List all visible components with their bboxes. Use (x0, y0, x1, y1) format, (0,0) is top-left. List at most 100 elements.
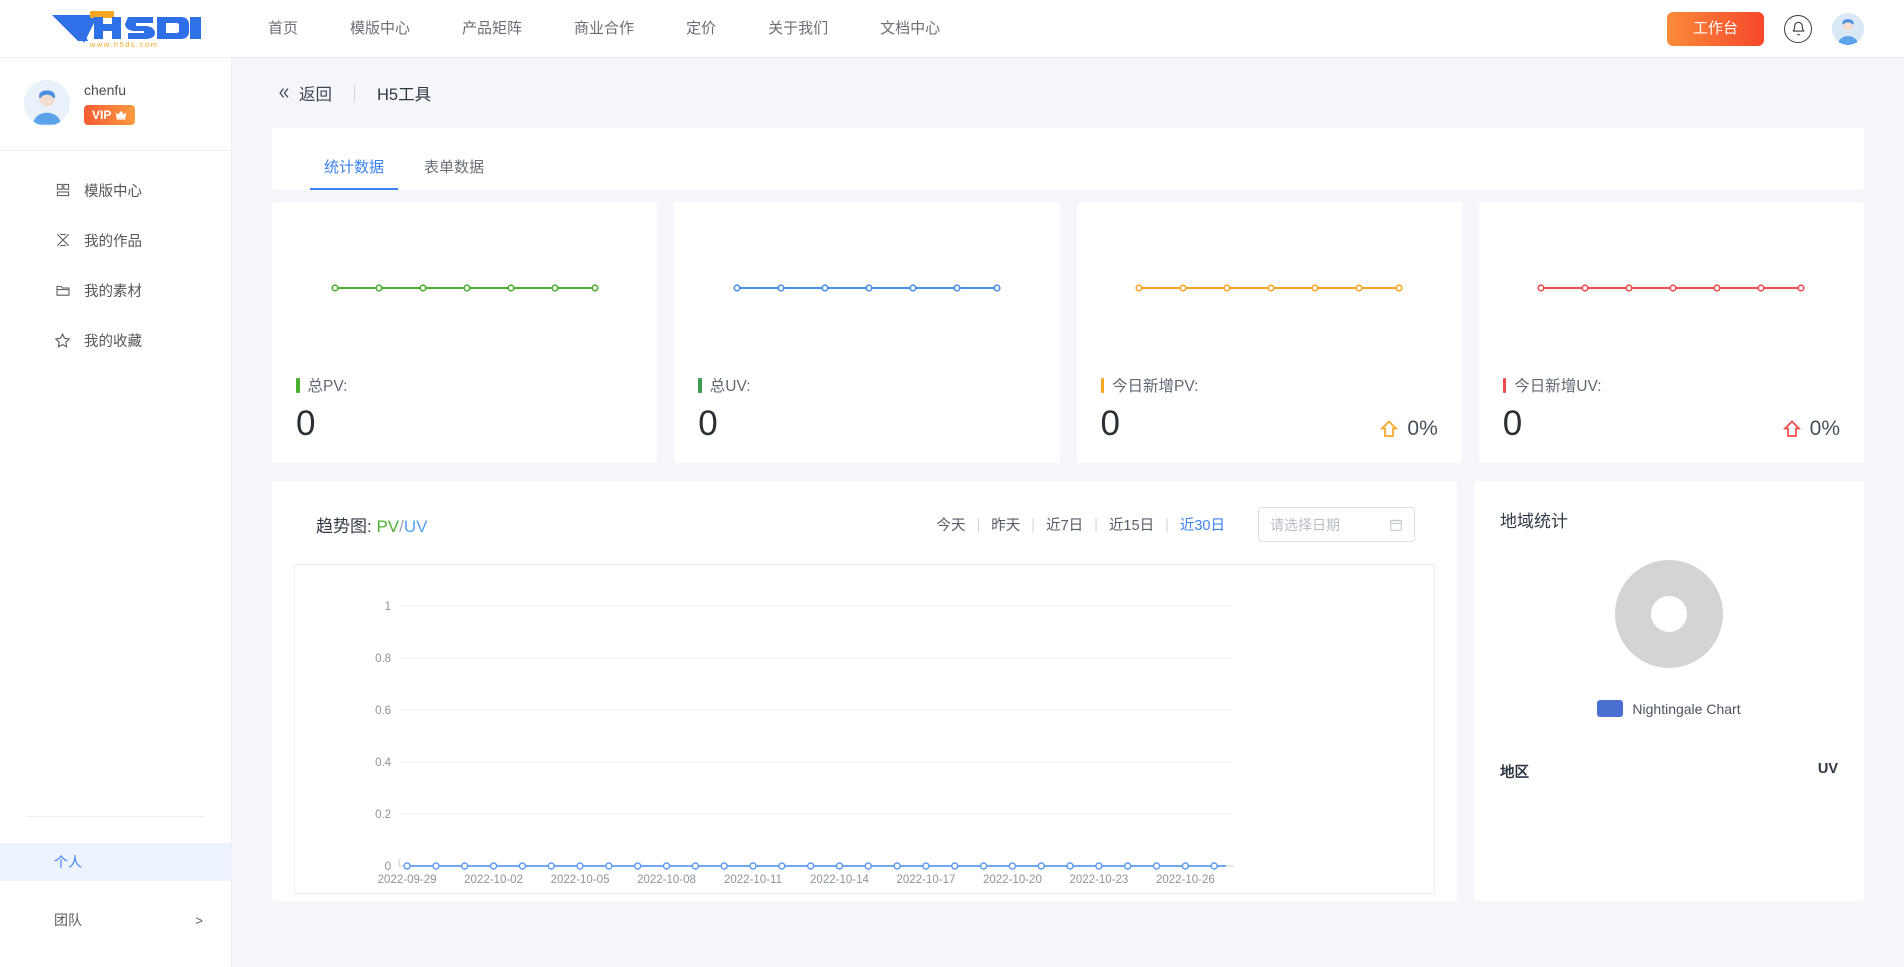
filter-last-15-days[interactable]: 近15日 (1098, 514, 1165, 535)
stat-card-footer: 今日新增UV: 0 0% (1502, 374, 1840, 441)
stat-card-label-row: 今日新增UV: (1502, 374, 1840, 396)
trend-chart: 1 0.8 0.6 0.4 0.2 0 2022-09-29 2022-10-0… (294, 564, 1435, 894)
trend-title: 趋势图: PV/UV (316, 512, 428, 537)
stat-card-value-row: 0 0% (1101, 406, 1438, 441)
nav-item-2[interactable]: 产品矩阵 (436, 0, 548, 58)
sparkline-chart (1135, 284, 1403, 292)
stat-card-label-row: 总PV: (296, 374, 633, 396)
sidebar-profile-text: chenfu VIP (84, 82, 136, 125)
stat-card-footer: 今日新增PV: 0 0% (1100, 374, 1438, 441)
svg-text:2022-09-29: 2022-09-29 (378, 874, 437, 886)
sparkline-chart (733, 284, 1001, 292)
svg-text:1: 1 (385, 601, 391, 613)
scope-team[interactable]: 团队 > (0, 901, 231, 939)
svg-text:0.8: 0.8 (375, 653, 391, 665)
sidebar-item-my-favorites[interactable]: 我的收藏 (0, 315, 231, 365)
header-actions: 工作台 (1666, 11, 1904, 46)
vip-label: VIP (92, 107, 112, 122)
main-nav: 首页 模版中心 产品矩阵 商业合作 定价 关于我们 文档中心 (242, 0, 966, 58)
folder-icon (54, 282, 71, 299)
sidebar-divider (26, 816, 205, 817)
sidebar-profile: chenfu VIP (0, 58, 231, 151)
logo[interactable]: www.h5ds.com (0, 9, 232, 49)
tab-statistics[interactable]: 统计数据 (309, 156, 399, 190)
stat-label: 今日新增PV: (1112, 378, 1199, 395)
sparkline-total-uv (698, 232, 1035, 344)
works-icon (54, 232, 71, 249)
stat-percent-row: 0% (1380, 417, 1438, 441)
sidebar-item-my-assets[interactable]: 我的素材 (0, 265, 231, 315)
vip-badge[interactable]: VIP (84, 104, 136, 125)
avatar[interactable] (1832, 12, 1864, 45)
sidebar: chenfu VIP 模版中心 我的作品 我的素材 我的收藏 个人 团队 > (0, 58, 232, 967)
nav-item-1[interactable]: 模版中心 (324, 0, 436, 58)
trend-line-chart: 1 0.8 0.6 0.4 0.2 0 2022-09-29 2022-10-0… (375, 601, 1234, 886)
svg-text:0.2: 0.2 (375, 809, 391, 821)
sparkline-chart (331, 284, 599, 292)
stat-value: 0 (1100, 404, 1120, 443)
stat-label: 今日新增UV: (1514, 378, 1602, 395)
scope-label: 个人 (54, 854, 82, 870)
stat-card-total-pv: 总PV: 0 (272, 202, 658, 463)
workbench-button[interactable]: 工作台 (1666, 11, 1764, 46)
nav-item-4[interactable]: 定价 (660, 0, 742, 58)
color-bar (1100, 377, 1104, 393)
user-avatar-icon (24, 80, 70, 126)
region-panel: 地域统计 Nightingale Chart 地区 UV (1474, 481, 1864, 901)
donut-hole (1651, 596, 1687, 632)
stat-card-value-row: 0 (296, 406, 633, 441)
stat-card-total-uv: 总UV: 0 (674, 202, 1060, 463)
trend-pv-label[interactable]: PV (376, 517, 399, 536)
sidebar-item-label: 我的素材 (84, 283, 142, 300)
user-avatar-icon (1832, 12, 1864, 45)
template-icon (54, 182, 71, 199)
sidebar-item-my-works[interactable]: 我的作品 (0, 215, 231, 265)
nav-item-0[interactable]: 首页 (242, 0, 324, 58)
date-picker-placeholder: 请选择日期 (1270, 516, 1340, 533)
sidebar-scope-switch: 个人 团队 > (0, 816, 231, 967)
breadcrumb: 返回 H5工具 (272, 58, 1864, 128)
top-header: www.h5ds.com 首页 模版中心 产品矩阵 商业合作 定价 关于我们 文… (0, 0, 1904, 58)
filter-today[interactable]: 今天 (926, 514, 977, 535)
scope-personal[interactable]: 个人 (0, 843, 231, 881)
chevron-right-icon: > (195, 912, 203, 928)
sparkline-today-uv (1503, 232, 1840, 344)
date-picker[interactable]: 请选择日期 (1258, 507, 1415, 542)
main-content: 返回 H5工具 统计数据 表单数据 总PV: 0 总UV: 0 今日新增PV: … (232, 58, 1904, 967)
sidebar-avatar[interactable] (24, 80, 70, 126)
tab-form-data[interactable]: 表单数据 (420, 156, 488, 190)
trend-uv-label[interactable]: UV (404, 517, 428, 536)
region-donut-wrap (1500, 560, 1838, 668)
page-title: H5工具 (377, 86, 432, 104)
stat-card-value-row: 0 (698, 406, 1035, 441)
back-button[interactable]: 返回 (277, 81, 332, 105)
notification-button[interactable] (1784, 14, 1812, 43)
stat-value: 0 (296, 404, 316, 443)
trend-title-prefix: 趋势图: (316, 517, 377, 536)
region-legend[interactable]: Nightingale Chart (1500, 700, 1838, 717)
svg-text:2022-10-26: 2022-10-26 (1156, 874, 1215, 886)
back-label: 返回 (299, 86, 332, 104)
app-root: www.h5ds.com 首页 模版中心 产品矩阵 商业合作 定价 关于我们 文… (0, 0, 1904, 967)
svg-text:2022-10-20: 2022-10-20 (983, 874, 1042, 886)
svg-text:0.4: 0.4 (375, 757, 392, 769)
sparkline-chart (1537, 284, 1805, 292)
nav-item-3[interactable]: 商业合作 (548, 0, 660, 58)
tab-bar: 统计数据 表单数据 (272, 128, 1864, 190)
svg-text:2022-10-11: 2022-10-11 (724, 874, 782, 886)
filter-last-30-days[interactable]: 近30日 (1169, 514, 1236, 535)
svg-text:2022-10-08: 2022-10-08 (637, 874, 696, 886)
bell-icon (1792, 21, 1804, 36)
svg-text:2022-10-17: 2022-10-17 (897, 874, 956, 886)
color-bar (296, 377, 300, 393)
filter-last-7-days[interactable]: 近7日 (1035, 514, 1094, 535)
svg-text:2022-10-14: 2022-10-14 (810, 874, 869, 886)
sidebar-item-template-center[interactable]: 模版中心 (0, 165, 231, 215)
filter-yesterday[interactable]: 昨天 (980, 514, 1031, 535)
double-chevron-left-icon (279, 88, 289, 98)
stat-card-today-uv: 今日新增UV: 0 0% (1478, 202, 1864, 463)
nav-item-6[interactable]: 文档中心 (854, 0, 966, 58)
sidebar-item-label: 我的作品 (84, 233, 142, 250)
nav-item-5[interactable]: 关于我们 (742, 0, 854, 58)
column-header-uv: UV (1817, 761, 1838, 777)
